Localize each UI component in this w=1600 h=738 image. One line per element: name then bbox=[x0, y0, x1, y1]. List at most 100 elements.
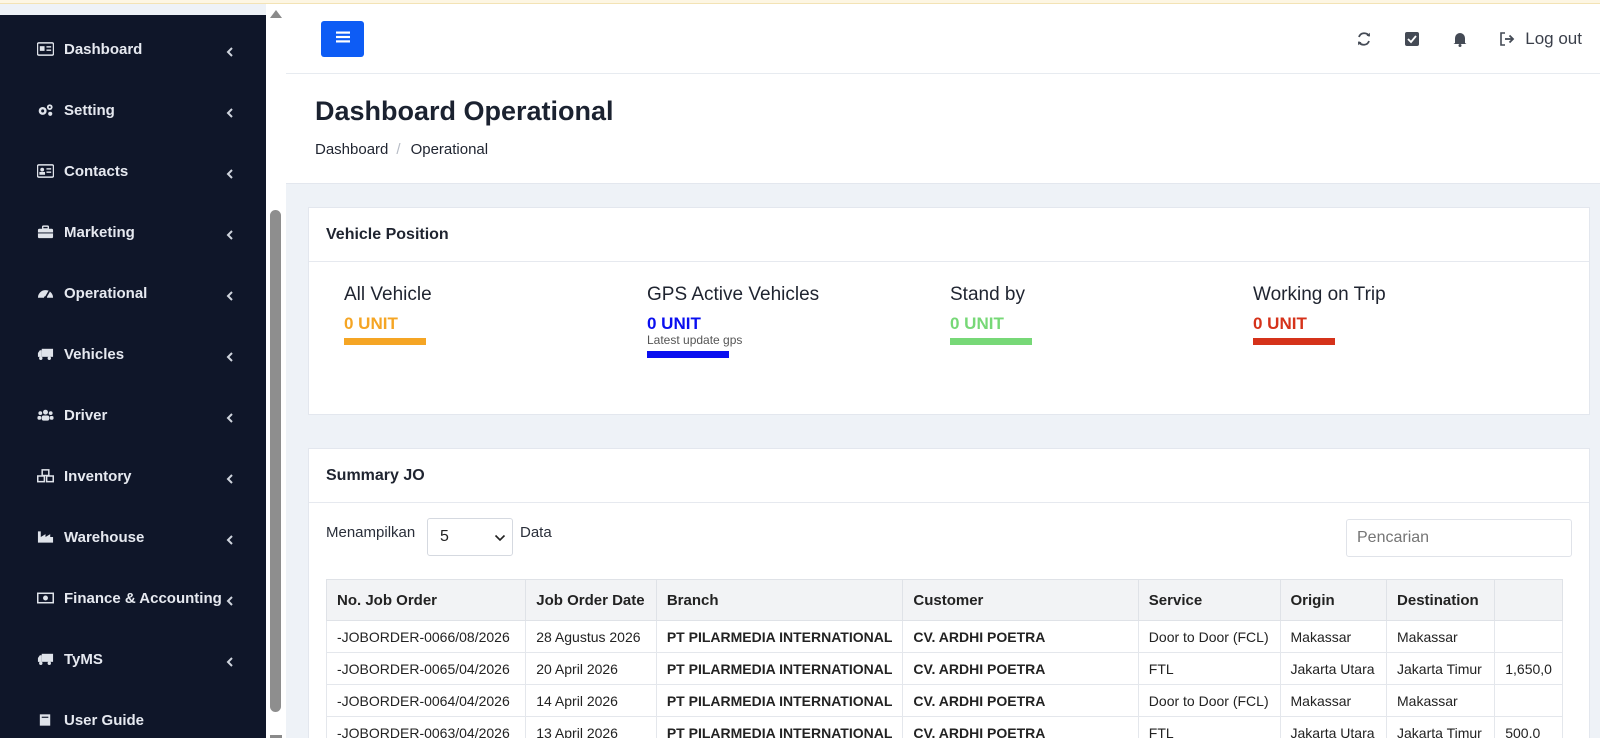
truck-icon bbox=[36, 347, 54, 361]
cell-job-order-no: -JOBORDER-0064/04/2026 bbox=[325, 684, 527, 717]
cell-destination: Jakarta Timur bbox=[1386, 716, 1496, 738]
sidebar-item-label: TyMS bbox=[64, 650, 103, 668]
stat-subtitle: Latest update gps bbox=[647, 333, 743, 347]
stat-title: Stand by bbox=[950, 284, 1025, 305]
sidebar-item-label: Dashboard bbox=[64, 40, 143, 58]
stat-bar bbox=[647, 351, 729, 358]
sidebar-item-label: Driver bbox=[64, 406, 108, 424]
cell-amount bbox=[1494, 620, 1563, 653]
table-row[interactable]: -JOBORDER-0063/04/2026 13 April 2026 PT … bbox=[325, 716, 1563, 738]
cell-date: 20 April 2026 bbox=[525, 652, 657, 685]
cell-service: FTL bbox=[1137, 716, 1281, 738]
industry-icon bbox=[36, 530, 54, 544]
sidebar-item-operational[interactable]: Operational bbox=[0, 273, 266, 313]
cell-branch: PT PILARMEDIA INTERNATIONAL bbox=[655, 652, 904, 685]
logout-button[interactable]: Log out bbox=[1499, 29, 1582, 49]
breadcrumb-item-dashboard[interactable]: Dashboard bbox=[315, 141, 388, 158]
cell-origin: Jakarta Utara bbox=[1279, 716, 1388, 738]
column-header[interactable]: Customer bbox=[902, 579, 1139, 621]
money-icon bbox=[36, 591, 54, 605]
stat-title: All Vehicle bbox=[344, 284, 432, 305]
scroll-up-arrow-icon[interactable] bbox=[270, 10, 282, 18]
chevron-left-icon bbox=[226, 288, 236, 301]
stat-value: 0 UNIT bbox=[344, 314, 398, 333]
bell-icon[interactable] bbox=[1451, 30, 1469, 48]
column-header[interactable]: Service bbox=[1137, 579, 1281, 621]
cell-date: 28 Agustus 2026 bbox=[525, 620, 657, 653]
stat-stand-by: Stand by 0 UNIT bbox=[950, 284, 1032, 345]
sidebar-item-contacts[interactable]: Contacts bbox=[0, 151, 266, 191]
cell-customer: CV. ARDHI POETRA bbox=[902, 684, 1139, 717]
cell-origin: Makassar bbox=[1279, 684, 1388, 717]
scroll-thumb[interactable] bbox=[270, 210, 281, 712]
cell-destination: Jakarta Timur bbox=[1386, 652, 1496, 685]
job-order-table: No. Job Order Job Order Date Branch Cust… bbox=[325, 579, 1563, 738]
logout-label: Log out bbox=[1525, 29, 1582, 48]
cell-service: Door to Door (FCL) bbox=[1137, 684, 1281, 717]
sidebar-item-user-guide[interactable]: User Guide bbox=[0, 700, 266, 738]
check-square-icon[interactable] bbox=[1403, 30, 1421, 48]
cell-customer: CV. ARDHI POETRA bbox=[902, 620, 1139, 653]
sidebar-item-warehouse[interactable]: Warehouse bbox=[0, 517, 266, 557]
table-header-row: No. Job Order Job Order Date Branch Cust… bbox=[325, 579, 1563, 621]
table-row[interactable]: -JOBORDER-0064/04/2026 14 April 2026 PT … bbox=[325, 684, 1563, 717]
cell-amount bbox=[1494, 684, 1563, 717]
id-card-icon bbox=[36, 42, 54, 56]
cell-service: FTL bbox=[1137, 652, 1281, 685]
sidebar-item-tyms[interactable]: TyMS bbox=[0, 639, 266, 679]
sidebar-item-dashboard[interactable]: Dashboard bbox=[0, 29, 266, 69]
cell-origin: Jakarta Utara bbox=[1279, 652, 1388, 685]
sidebar-item-driver[interactable]: Driver bbox=[0, 395, 266, 435]
breadcrumb-separator: / bbox=[396, 141, 401, 158]
column-header[interactable]: No. Job Order bbox=[325, 579, 527, 621]
breadcrumb: Dashboard / Operational bbox=[315, 141, 488, 158]
stat-value: 0 UNIT bbox=[1253, 314, 1307, 333]
sidebar-item-finance-accounting[interactable]: Finance & Accounting bbox=[0, 578, 266, 618]
table-container: No. Job Order Job Order Date Branch Cust… bbox=[309, 449, 1563, 738]
stat-value: 0 UNIT bbox=[647, 314, 701, 333]
refresh-icon[interactable] bbox=[1355, 30, 1373, 48]
cell-customer: CV. ARDHI POETRA bbox=[902, 716, 1139, 738]
sidebar-item-setting[interactable]: Setting bbox=[0, 90, 266, 130]
chevron-left-icon bbox=[226, 227, 236, 240]
cell-job-order-no: -JOBORDER-0063/04/2026 bbox=[325, 716, 527, 738]
sidebar-scrollbar[interactable] bbox=[266, 0, 286, 738]
chevron-left-icon bbox=[226, 654, 236, 667]
sidebar-item-label: User Guide bbox=[64, 711, 145, 729]
sidebar: Dashboard Setting Contacts Marketing Ope… bbox=[0, 15, 266, 738]
chevron-left-icon bbox=[226, 471, 236, 484]
vehicle-position-card: Vehicle Position All Vehicle 0 UNIT GPS … bbox=[308, 207, 1590, 415]
sidebar-item-vehicles[interactable]: Vehicles bbox=[0, 334, 266, 374]
sidebar-item-label: Marketing bbox=[64, 223, 135, 241]
page-header: Dashboard Operational Dashboard / Operat… bbox=[286, 74, 1600, 184]
sidebar-item-label: Contacts bbox=[64, 162, 129, 180]
stat-gps-active: GPS Active Vehicles 0 UNIT Latest update… bbox=[647, 284, 819, 358]
sidebar-item-inventory[interactable]: Inventory bbox=[0, 456, 266, 496]
main-content: Log out Dashboard Operational Dashboard … bbox=[286, 4, 1600, 738]
sidebar-item-marketing[interactable]: Marketing bbox=[0, 212, 266, 252]
top-navbar: Log out bbox=[286, 4, 1600, 74]
book-icon bbox=[36, 713, 54, 727]
cell-branch: PT PILARMEDIA INTERNATIONAL bbox=[655, 684, 904, 717]
sidebar-item-label: Finance & Accounting bbox=[64, 589, 222, 607]
breadcrumb-item-operational: Operational bbox=[410, 141, 489, 158]
column-header[interactable]: Origin bbox=[1279, 579, 1388, 621]
table-row[interactable]: -JOBORDER-0066/08/2026 28 Agustus 2026 P… bbox=[325, 620, 1563, 653]
column-header[interactable]: Job Order Date bbox=[525, 579, 657, 621]
page-title: Dashboard Operational bbox=[315, 96, 614, 126]
stat-title: GPS Active Vehicles bbox=[647, 284, 820, 305]
chevron-left-icon bbox=[226, 349, 236, 362]
chevron-left-icon bbox=[226, 593, 236, 606]
chevron-left-icon bbox=[226, 44, 236, 57]
menu-toggle-button[interactable] bbox=[321, 21, 364, 57]
column-header[interactable]: Destination bbox=[1386, 579, 1496, 621]
sidebar-item-label: Setting bbox=[64, 101, 115, 119]
gears-icon bbox=[36, 103, 54, 117]
users-icon bbox=[36, 408, 54, 422]
column-header[interactable]: Branch bbox=[655, 579, 904, 621]
cubes-icon bbox=[36, 469, 54, 483]
table-row[interactable]: -JOBORDER-0065/04/2026 20 April 2026 PT … bbox=[325, 652, 1563, 685]
cell-service: Door to Door (FCL) bbox=[1137, 620, 1281, 653]
cell-branch: PT PILARMEDIA INTERNATIONAL bbox=[655, 620, 904, 653]
sidebar-item-label: Warehouse bbox=[64, 528, 145, 546]
